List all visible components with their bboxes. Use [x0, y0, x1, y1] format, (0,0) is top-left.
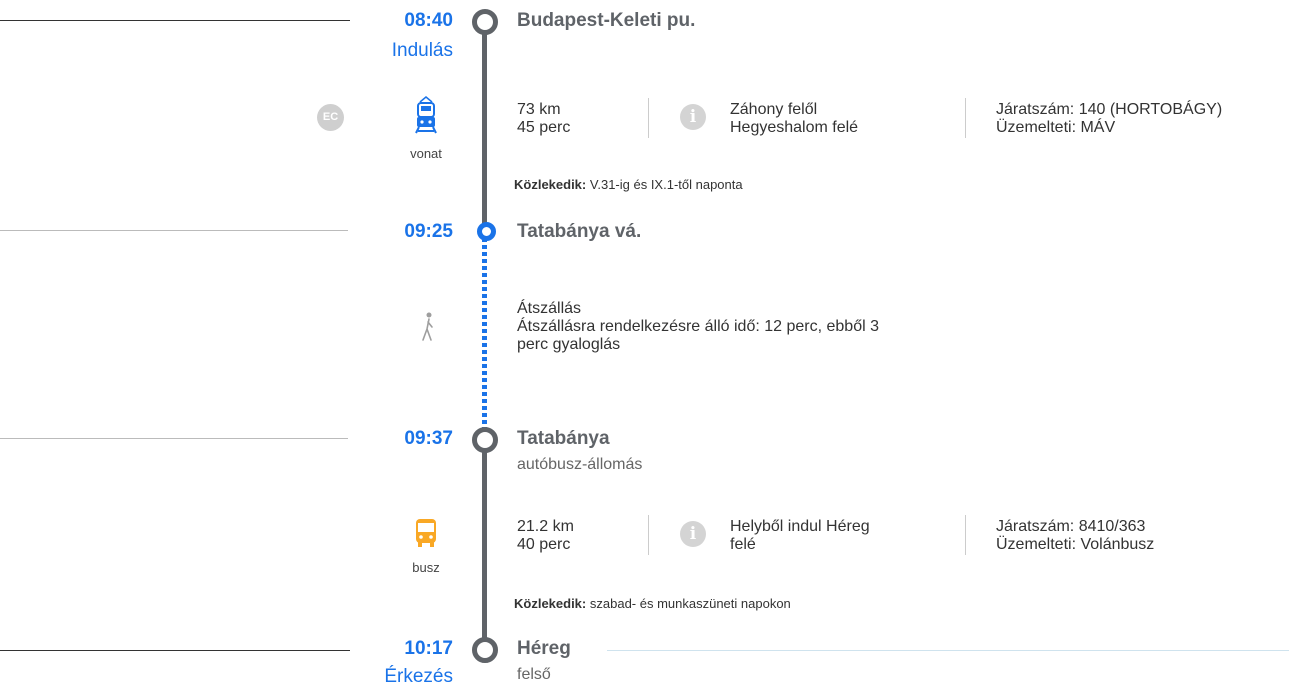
timeline-segment-bus	[482, 446, 487, 642]
divider	[648, 98, 649, 138]
leg-direction-to: felé	[730, 536, 756, 553]
stop-subname: autóbusz-állomás	[517, 456, 643, 473]
service-note: Közlekedik: szabad- és munkaszüneti napo…	[514, 596, 791, 611]
timeline-segment-train	[482, 30, 487, 226]
service-note-label: Közlekedik:	[514, 177, 587, 192]
stop-name[interactable]: Tatabánya	[517, 428, 610, 450]
leg-duration: 45 perc	[517, 119, 571, 136]
leg-duration: 40 perc	[517, 536, 571, 553]
stop-time: 09:37	[404, 428, 453, 449]
transfer-title: Átszállás	[517, 300, 582, 317]
stop-name[interactable]: Budapest-Keleti pu.	[517, 10, 695, 32]
leg-direction-from: Helyből indul Héreg	[730, 518, 870, 535]
stop-name[interactable]: Tatabánya vá.	[517, 221, 641, 243]
mode-label: busz	[412, 560, 440, 575]
departure-time: 08:40	[404, 10, 453, 31]
stop-time: 09:25	[404, 221, 453, 242]
arrival-label: Érkezés	[384, 666, 453, 687]
info-icon[interactable]: i	[680, 521, 706, 547]
train-icon	[413, 96, 439, 141]
stop-node	[472, 427, 498, 453]
divider	[965, 98, 966, 138]
transfer-info: Átszállásra rendelkezésre álló idő: 12 p…	[517, 318, 879, 335]
leg-service-number: Járatszám: 8410/363	[996, 518, 1146, 535]
leg-service-number: Járatszám: 140 (HORTOBÁGY)	[996, 101, 1223, 118]
stop-node	[472, 9, 498, 35]
divider	[0, 438, 348, 439]
divider	[0, 20, 350, 21]
service-note-text: szabad- és munkaszüneti napokon	[589, 596, 791, 611]
stop-name[interactable]: Héreg	[517, 638, 571, 660]
divider	[0, 230, 348, 231]
leg-distance: 73 km	[517, 101, 561, 118]
walk-icon	[421, 312, 435, 347]
leg-operator: Üzemelteti: MÁV	[996, 119, 1116, 136]
divider	[607, 650, 1289, 651]
divider	[648, 515, 649, 555]
divider	[965, 515, 966, 555]
arrival-time: 10:17	[404, 638, 453, 659]
departure-label: Indulás	[391, 40, 453, 61]
service-note: Közlekedik: V.31-ig és IX.1-től naponta	[514, 177, 743, 192]
stop-subname: felső	[517, 666, 551, 683]
bus-icon	[415, 518, 437, 553]
mode-label: vonat	[410, 146, 442, 161]
stop-node	[472, 637, 498, 663]
info-icon[interactable]: i	[680, 104, 706, 130]
ec-badge: EC	[317, 104, 344, 131]
leg-distance: 21.2 km	[517, 518, 574, 535]
leg-operator: Üzemelteti: Volánbusz	[996, 536, 1155, 553]
transfer-info: perc gyaloglás	[517, 336, 621, 353]
stop-node	[477, 222, 496, 241]
service-note-text: V.31-ig és IX.1-től naponta	[589, 177, 743, 192]
leg-direction-to: Hegyeshalom felé	[730, 119, 859, 136]
timeline-segment-walk	[482, 238, 487, 434]
divider	[0, 650, 350, 651]
leg-direction-from: Záhony felől	[730, 101, 818, 118]
service-note-label: Közlekedik:	[514, 596, 587, 611]
